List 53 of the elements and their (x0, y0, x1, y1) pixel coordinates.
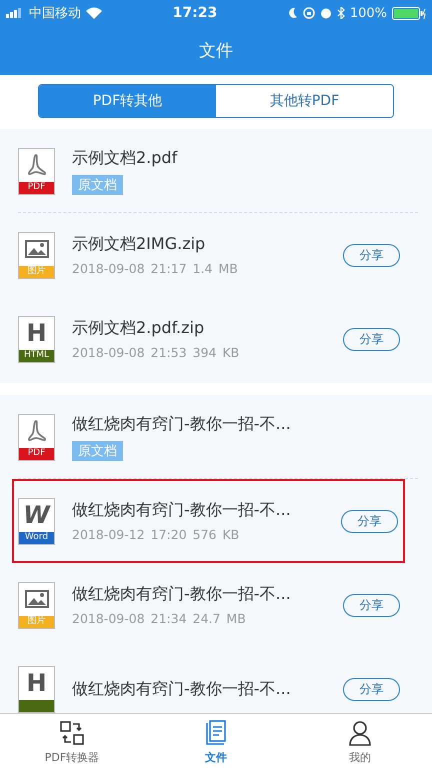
tab-bar-item[interactable]: PDF转换器 (0, 714, 144, 771)
file-row[interactable]: H 做红烧肉有窍门-教你一招-不... 分享 (0, 647, 418, 713)
person-icon (348, 720, 372, 746)
convert-icon (59, 720, 85, 746)
image-icon (24, 590, 48, 608)
share-button[interactable]: 分享 (343, 328, 400, 350)
highlighted-file-row[interactable]: W Word 做红烧肉有窍门-教你一招-不... 2018-09-12 17:20 576 KB 分享 (12, 479, 405, 563)
file-meta: 2018-09-12 17:20 576 KB (72, 527, 240, 542)
file-type-letter: H (26, 671, 47, 695)
file-meta: 2018-09-08 21:53 394 KB (72, 345, 240, 360)
file-type-label: 图片 (28, 267, 46, 276)
file-name: 做红烧肉有窍门-教你一招-不... (72, 414, 292, 434)
file-name: 做红烧肉有窍门-教你一招-不... (72, 678, 292, 700)
file-meta: 2018-09-08 21:34 24.7 MB (72, 611, 247, 626)
file-name: 示例文档2IMG.zip (72, 234, 206, 255)
file-type-label: 图片 (28, 617, 46, 626)
original-tag: 原文档 (72, 174, 123, 194)
file-type-letter: W (23, 503, 50, 527)
file-row[interactable]: H HTML 示例文档2.pdf.zip 2018-09-08 21:53 394 KB 分享 (0, 297, 418, 381)
file-name: 做红烧肉有窍门-教你一招-不... (72, 584, 292, 605)
file-row[interactable]: PDF 示例文档2.pdf 原文档 (0, 129, 418, 213)
tab-bar-item[interactable]: 文件 (144, 714, 288, 771)
signal-icon (6, 8, 24, 18)
tab-bar-item[interactable]: 我的 (288, 714, 432, 771)
file-row[interactable]: PDF 做红烧肉有窍门-教你一招-不... 原文档 (0, 395, 418, 479)
file-row[interactable]: 图片 示例文档2IMG.zip 2018-09-08 21:17 1.4 MB 分享 (0, 213, 418, 297)
file-meta: 2018-09-08 21:17 1.4 MB (72, 261, 239, 276)
battery-percent: 100% (350, 6, 387, 20)
clock-time: 17:23 (172, 5, 218, 21)
file-type-label: Word (24, 533, 48, 542)
carrier-name: 中国移动 (29, 5, 81, 22)
battery-icon (392, 6, 426, 20)
image-icon (24, 240, 48, 258)
file-type-label: HTML (24, 351, 50, 360)
original-tag: 原文档 (72, 440, 123, 460)
share-button[interactable]: 分享 (343, 678, 400, 700)
file-name: 示例文档2.pdf (72, 148, 178, 168)
file-name: 示例文档2.pdf.zip (72, 318, 206, 339)
document-icon (204, 720, 228, 746)
file-type-letter: H (26, 321, 47, 345)
segment-tab[interactable]: PDF转其他 (39, 85, 216, 117)
file-type-label: PDF (28, 449, 46, 458)
file-row[interactable]: 图片 做红烧肉有窍门-教你一招-不... 2018-09-08 21:34 24.7 MB 分享 (0, 563, 418, 647)
share-button[interactable]: 分享 (341, 510, 398, 532)
file-type-label: PDF (28, 183, 46, 192)
file-name: 做红烧肉有窍门-教你一招-不... (72, 500, 292, 521)
share-button[interactable]: 分享 (343, 244, 400, 266)
wifi-icon (86, 7, 102, 19)
bluetooth-icon (336, 7, 345, 19)
rotation-lock-icon (302, 7, 315, 19)
moon-icon (288, 7, 298, 19)
page-title: 文件 (199, 40, 233, 62)
share-button[interactable]: 分享 (343, 594, 400, 616)
